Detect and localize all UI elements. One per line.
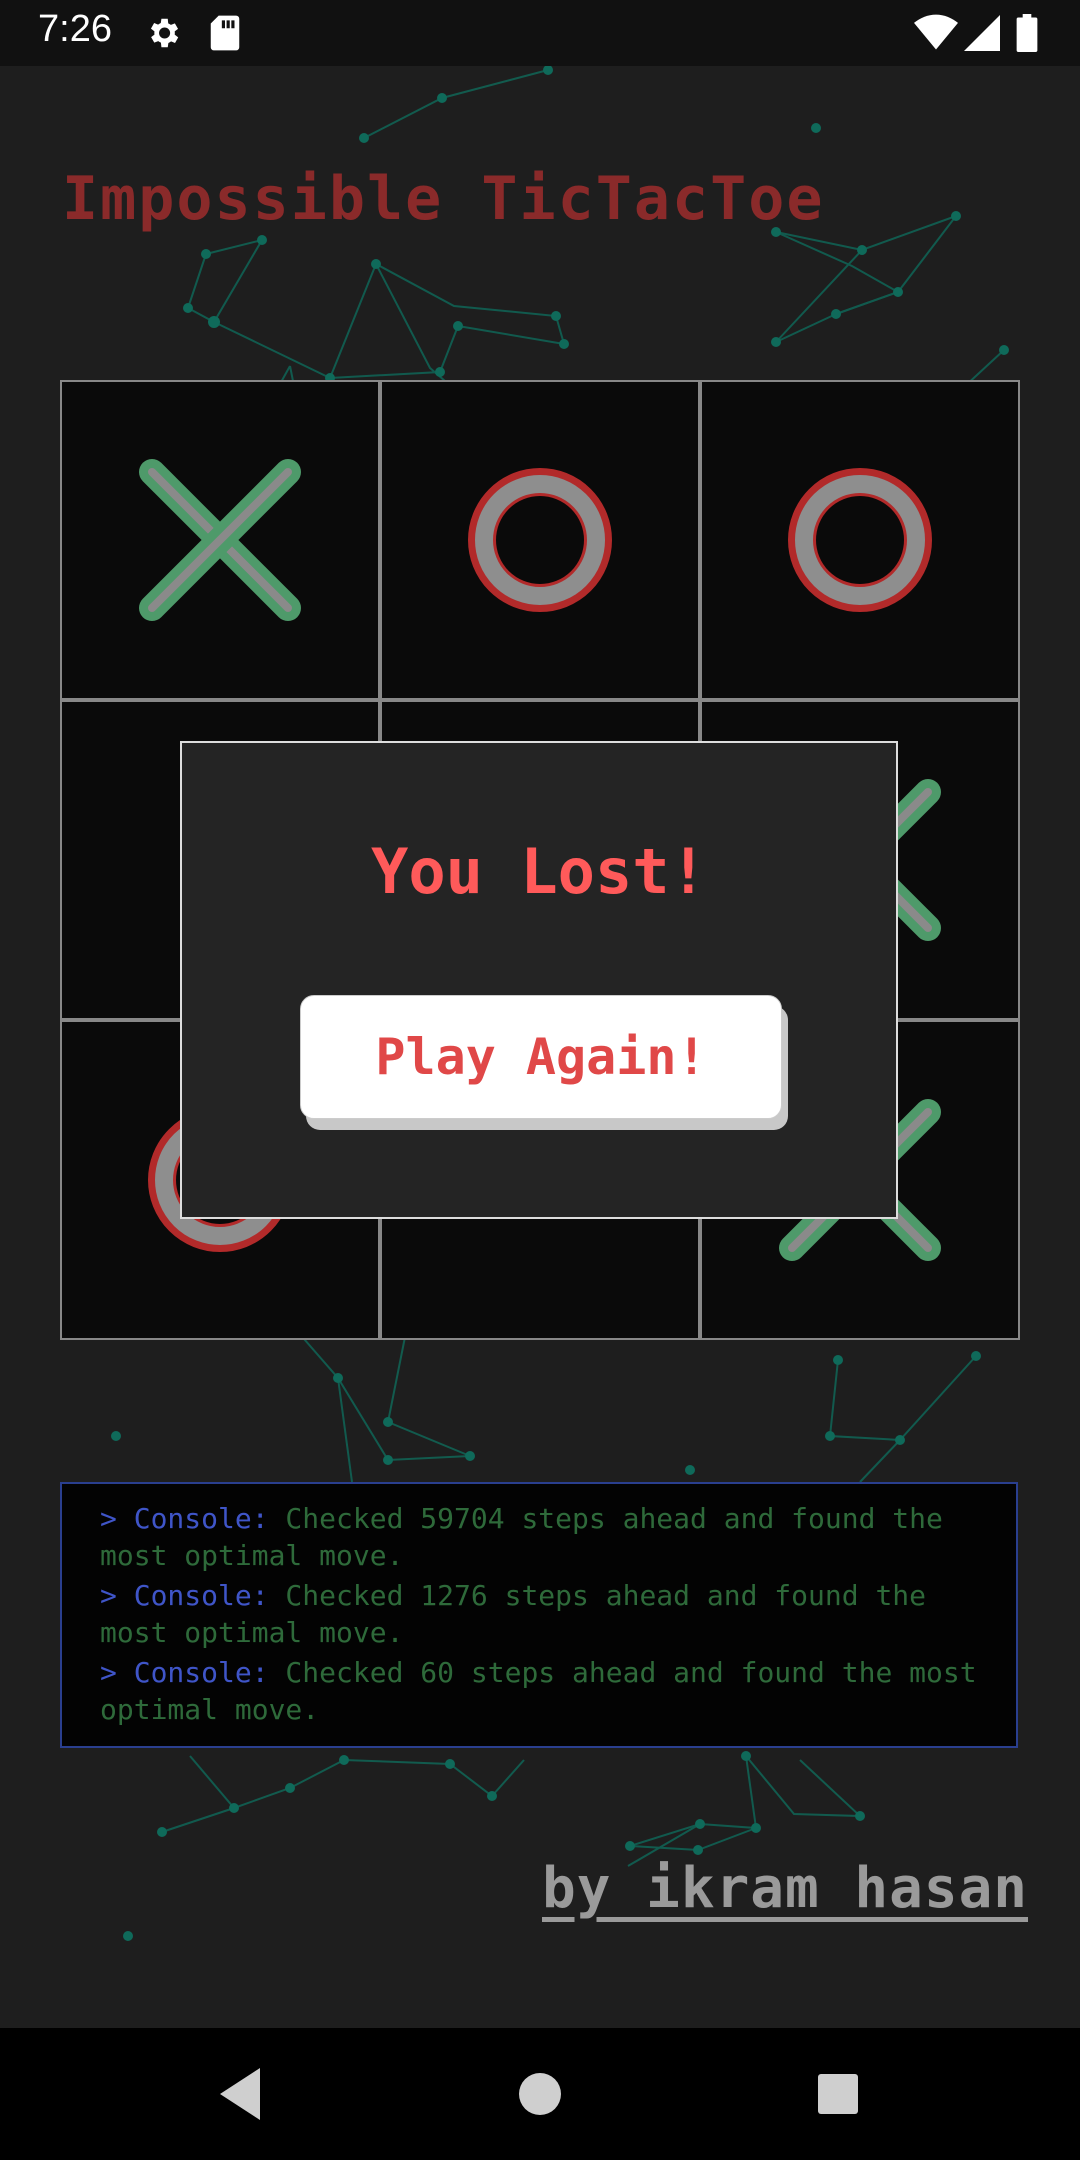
console-prompt: > Console: <box>100 1579 269 1612</box>
settings-icon <box>144 14 182 56</box>
wifi-icon <box>914 14 958 56</box>
board-cell[interactable] <box>60 380 380 700</box>
navigation-bar <box>0 2028 1080 2160</box>
signal-icon <box>964 14 1000 56</box>
console-line: > Console: Checked 60 steps ahead and fo… <box>100 1654 978 1728</box>
board-cell[interactable] <box>700 380 1020 700</box>
x-mark-icon <box>139 459 301 621</box>
console-prompt: > Console: <box>100 1502 269 1535</box>
dialog-box: You Lost! Play Again! <box>180 741 898 1219</box>
home-icon[interactable] <box>518 2064 562 2128</box>
o-mark-icon <box>468 468 612 612</box>
result-title: You Lost! <box>371 835 707 908</box>
sd-card-icon <box>208 14 242 56</box>
battery-icon <box>1016 14 1038 56</box>
console-log: > Console: Checked 59704 steps ahead and… <box>60 1482 1018 1748</box>
console-line: > Console: Checked 59704 steps ahead and… <box>100 1500 978 1574</box>
back-icon[interactable] <box>214 2064 268 2128</box>
app-title: Impossible TicTacToe <box>62 164 825 234</box>
game-over-dialog: You Lost! Play Again! <box>180 741 898 1219</box>
console-prompt: > Console: <box>100 1656 269 1689</box>
status-time: 7:26 <box>38 8 112 50</box>
status-bar: 7:26 <box>0 0 1080 66</box>
console-line: > Console: Checked 1276 steps ahead and … <box>100 1577 978 1651</box>
board-cell[interactable] <box>380 380 700 700</box>
o-mark-icon <box>788 468 932 612</box>
author-link[interactable]: by ikram hasan <box>542 1856 1028 1921</box>
play-again-button[interactable]: Play Again! <box>300 995 782 1119</box>
recents-icon[interactable] <box>816 2064 860 2128</box>
